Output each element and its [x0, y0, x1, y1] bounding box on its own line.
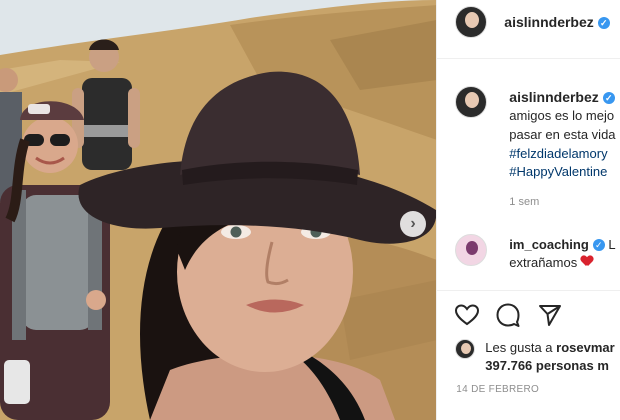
verified-badge-icon: ✓	[592, 239, 605, 251]
likes-count[interactable]: 397.766 personas m	[485, 358, 609, 373]
share-button[interactable]	[537, 302, 563, 328]
post-side-panel: aislinnderbez ✓ aislinnderbez ✓ amigos es …	[436, 0, 620, 420]
commenter-username[interactable]: im_coaching	[509, 237, 588, 252]
caption-username[interactable]: aislinnderbez	[509, 89, 598, 105]
comment-row: im_coaching ✓ L	[509, 237, 615, 252]
caption-line-2: pasar en esta vida	[509, 127, 616, 142]
comment-line-2: extrañamos	[509, 255, 593, 270]
author-username[interactable]: aislinnderbez	[504, 14, 593, 30]
like-button[interactable]	[454, 302, 480, 328]
paper-plane-icon	[539, 305, 562, 326]
caption-username-row[interactable]: aislinnderbez ✓	[509, 89, 615, 105]
verified-badge-icon: ✓	[597, 17, 610, 29]
author-username-row[interactable]: aislinnderbez ✓	[504, 14, 610, 30]
post-date[interactable]: 14 DE FEBRERO	[456, 384, 539, 395]
actions-divider	[437, 290, 620, 291]
likes-prefix: Les gusta a	[485, 340, 553, 355]
caption-avatar[interactable]	[455, 86, 488, 118]
liker-username[interactable]: rosevmar	[556, 340, 615, 355]
caption-timestamp[interactable]: 1 sem	[509, 196, 539, 208]
hashtag-link-2[interactable]: #HappyValentine	[509, 164, 607, 179]
liker-avatar[interactable]	[455, 339, 476, 359]
hashtag-link-1[interactable]: #felzdiadelamory	[509, 146, 607, 161]
caption-line-1: amigos es lo mejo	[509, 108, 615, 123]
comment-text-line2: extrañamos	[509, 255, 578, 270]
post-photo[interactable]: ›	[0, 0, 437, 420]
likes-summary[interactable]: Les gusta a rosevmar	[485, 340, 614, 355]
red-heart-icon	[581, 256, 593, 267]
comment-button[interactable]	[495, 302, 521, 328]
comment-icon	[496, 303, 520, 327]
photo-illustration	[0, 0, 437, 420]
verified-badge-icon: ✓	[602, 92, 615, 104]
header-divider	[437, 58, 620, 59]
commenter-avatar[interactable]	[455, 234, 488, 266]
author-avatar[interactable]	[455, 6, 488, 38]
instagram-post: › aislinnderbez ✓ aislinnderbez ✓ amigos e…	[0, 0, 620, 420]
heart-icon	[455, 304, 480, 326]
next-photo-button[interactable]: ›	[400, 211, 426, 237]
chevron-right-icon: ›	[410, 215, 416, 232]
comment-text-start: L	[608, 237, 616, 252]
